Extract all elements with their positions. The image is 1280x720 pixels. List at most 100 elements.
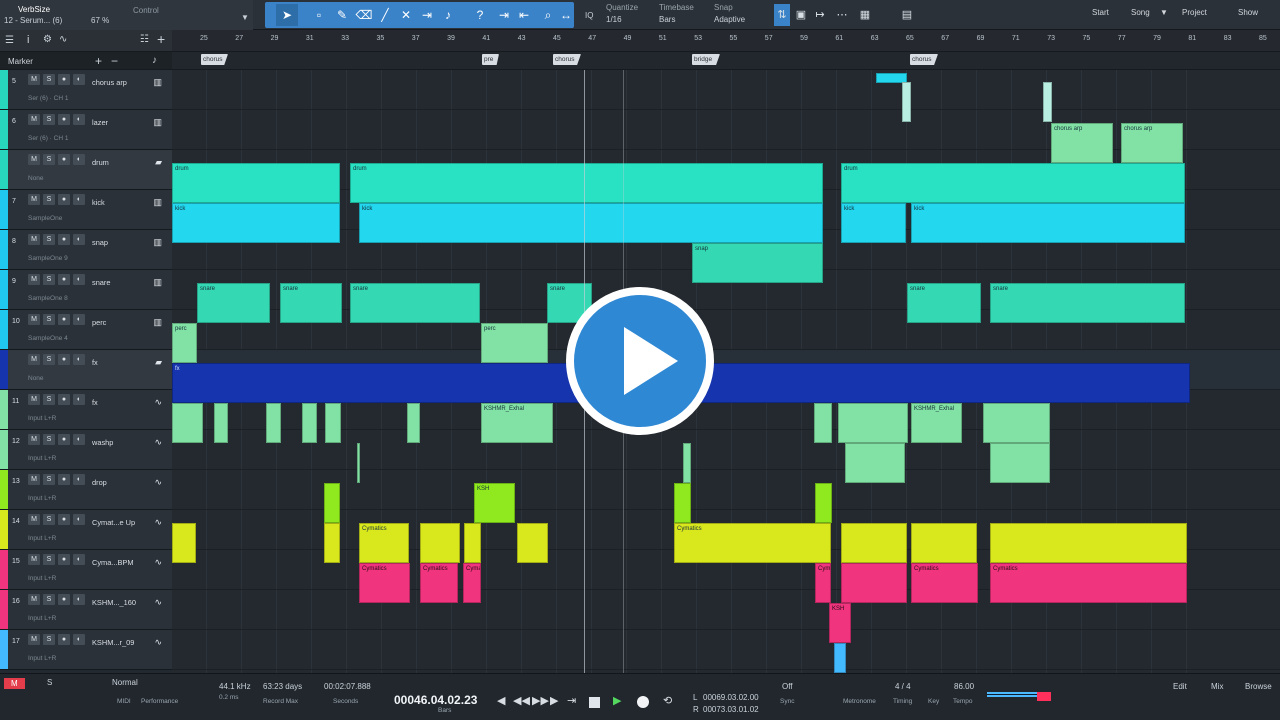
clip-cymatics-4[interactable] <box>420 523 460 563</box>
time-signature[interactable]: 4 / 4 <box>895 682 911 691</box>
monitor-button[interactable]: ◐ <box>73 314 85 325</box>
clip-kshmr-exhal[interactable]: KSHMR_Exhal <box>481 403 553 443</box>
track-input[interactable]: Input L+R <box>28 575 56 582</box>
solo-button[interactable]: S <box>43 434 55 445</box>
track-input[interactable]: SampleOne 8 <box>28 295 68 302</box>
solo-button[interactable]: S <box>43 474 55 485</box>
pencil-icon[interactable]: ✎ <box>331 4 353 26</box>
clip-cyma-2[interactable]: Cymatics <box>420 563 458 603</box>
clip-snap[interactable]: snap <box>692 243 823 283</box>
stop-icon[interactable] <box>589 697 600 708</box>
record-arm-button[interactable]: ● <box>58 354 70 365</box>
track-name[interactable]: chorus arp <box>92 78 127 87</box>
clip-fx-4[interactable] <box>302 403 317 443</box>
marker-chorus-2[interactable]: chorus <box>553 54 581 65</box>
track-input[interactable]: Input L+R <box>28 655 56 662</box>
snap-grid-icon[interactable]: ⇅ <box>774 4 790 26</box>
wave-icon[interactable]: ∿ <box>154 597 162 608</box>
zoom-percent[interactable]: 67 % <box>91 16 109 25</box>
skip-icon[interactable]: ⇥ <box>493 4 515 26</box>
range-tool-icon[interactable]: ▫ <box>308 4 330 26</box>
piano-icon[interactable]: ▥ <box>153 197 162 208</box>
solo-master-button[interactable]: S <box>47 678 52 687</box>
track-row[interactable]: 12 M S ● ◐ washp Input L+R ∿ <box>0 430 172 470</box>
track-name[interactable]: Cyma...BPM <box>92 558 133 567</box>
track-input[interactable]: Input L+R <box>28 415 56 422</box>
clip-cymatics-3[interactable]: Cymatics <box>359 523 409 563</box>
record-arm-button[interactable]: ● <box>58 154 70 165</box>
quantize-value[interactable]: 1/16 <box>606 15 622 24</box>
song-chevron-icon[interactable]: ▼ <box>1160 8 1168 17</box>
play-icon[interactable]: ▶ <box>613 694 621 707</box>
record-arm-button[interactable]: ● <box>58 634 70 645</box>
solo-button[interactable]: S <box>43 114 55 125</box>
clip-washp-3[interactable] <box>845 443 905 483</box>
solo-button[interactable]: S <box>43 514 55 525</box>
mute-button[interactable]: M <box>28 634 40 645</box>
solo-button[interactable]: S <box>43 394 55 405</box>
mute-button[interactable]: M <box>28 114 40 125</box>
chevron-down-icon[interactable]: ▼ <box>241 13 249 22</box>
record-arm-button[interactable]: ● <box>58 74 70 85</box>
track-input[interactable]: Input L+R <box>28 455 56 462</box>
clip-snare-6[interactable]: snare <box>990 283 1185 323</box>
monitor-button[interactable]: ◐ <box>73 554 85 565</box>
clip-kshmr-long[interactable] <box>983 403 1050 443</box>
clip-fx-6[interactable] <box>407 403 420 443</box>
mute-button[interactable]: M <box>28 354 40 365</box>
wrench-icon[interactable]: ⚙ <box>43 34 52 45</box>
track-row[interactable]: 5 M S ● ◐ chorus arp Ser (6) · CH 1 ▥ <box>0 70 172 110</box>
clip-drop[interactable] <box>324 483 340 523</box>
mute-button[interactable]: M <box>28 434 40 445</box>
clip-cyma[interactable]: Cymatics <box>359 563 410 603</box>
help-icon[interactable]: ? <box>469 4 491 26</box>
solo-button[interactable]: S <box>43 274 55 285</box>
solo-button[interactable]: S <box>43 634 55 645</box>
track-name[interactable]: drop <box>92 478 107 487</box>
track-name[interactable]: washp <box>92 438 113 447</box>
clip-drum-2[interactable]: drum <box>350 163 823 203</box>
folder-icon[interactable]: ▰ <box>155 157 162 168</box>
solo-button[interactable]: S <box>43 194 55 205</box>
track-input[interactable]: SampleOne 9 <box>28 255 68 262</box>
track-name[interactable]: fx <box>92 358 98 367</box>
mute-button[interactable]: M <box>28 314 40 325</box>
monitor-button[interactable]: ◐ <box>73 114 85 125</box>
arrow-tool-icon[interactable]: ➤ <box>276 4 298 26</box>
mute-master-button[interactable]: M <box>4 678 25 689</box>
marker-chorus-3[interactable]: chorus <box>910 54 938 65</box>
marker-bridge[interactable]: bridge <box>692 54 720 65</box>
track-name[interactable]: KSHM...r_09 <box>92 638 134 647</box>
clip-drop-3[interactable] <box>674 483 691 523</box>
loop-selection-icon[interactable]: ⋯ <box>834 4 850 26</box>
paint-icon[interactable]: ╱ <box>374 4 396 26</box>
automation-icon[interactable]: ∿ <box>59 34 67 45</box>
clip-drum[interactable]: drum <box>172 163 340 203</box>
clip-drum-3[interactable]: drum <box>841 163 1185 203</box>
clip-fx-8[interactable] <box>838 403 908 443</box>
track-input[interactable]: SampleOne 4 <box>28 335 68 342</box>
clip-fx-2[interactable] <box>214 403 228 443</box>
snap-value[interactable]: Adaptive <box>714 15 745 24</box>
clip-fx-7[interactable] <box>814 403 832 443</box>
track-row[interactable]: 9 M S ● ◐ snare SampleOne 8 ▥ <box>0 270 172 310</box>
clip-kshmr-160[interactable]: KSH <box>829 603 851 643</box>
track-name[interactable]: lazer <box>92 118 108 127</box>
track-row[interactable]: 13 M S ● ◐ drop Input L+R ∿ <box>0 470 172 510</box>
autoscroll-icon[interactable]: ↦ <box>812 4 828 26</box>
wave-icon[interactable]: ∿ <box>154 557 162 568</box>
solo-button[interactable]: S <box>43 74 55 85</box>
arrangement-view[interactable]: chorus arp chorus arp drum drum drum kic… <box>172 70 1280 673</box>
mute-button[interactable]: M <box>28 514 40 525</box>
track-row[interactable]: M S ● ◐ drum None ▰ <box>0 150 172 190</box>
clip-chorus-arp[interactable]: chorus arp <box>1051 123 1113 163</box>
clip-cyma-3[interactable]: Cyma <box>463 563 481 603</box>
solo-button[interactable]: S <box>43 594 55 605</box>
clip-snare-5[interactable]: snare <box>907 283 981 323</box>
mute-button[interactable]: M <box>28 154 40 165</box>
clip-chorus-arp-short[interactable] <box>902 82 911 122</box>
timebase-value[interactable]: Bars <box>659 15 675 24</box>
record-arm-button[interactable]: ● <box>58 554 70 565</box>
record-arm-button[interactable]: ● <box>58 234 70 245</box>
forward-icon[interactable]: ▶ <box>550 694 558 707</box>
